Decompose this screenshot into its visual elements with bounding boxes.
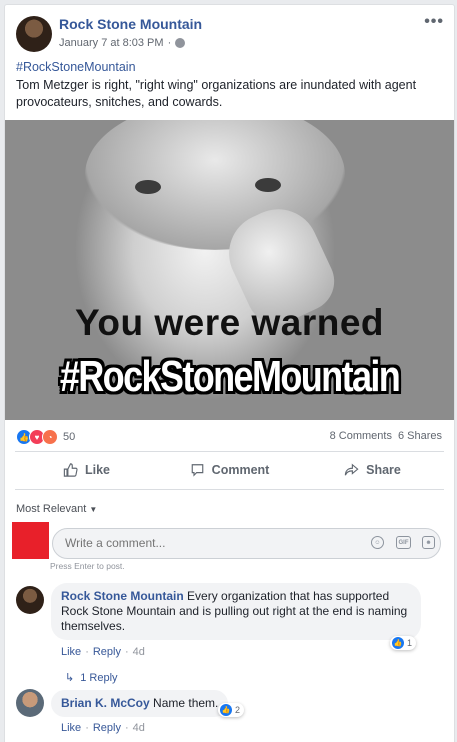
comment-time[interactable]: 4d bbox=[133, 722, 145, 734]
divider bbox=[15, 451, 444, 452]
image-child-eye bbox=[255, 178, 281, 192]
thumbs-up-icon bbox=[63, 463, 78, 477]
gif-icon[interactable]: GIF bbox=[396, 536, 411, 549]
press-enter-hint: Press Enter to post. bbox=[50, 561, 125, 571]
reaction-summary[interactable]: 👍 ♥ ◔ 50 bbox=[16, 429, 75, 445]
replies-count: 1 Reply bbox=[80, 671, 118, 684]
comment-actions: Like · Reply · 4d bbox=[61, 722, 145, 734]
meta-separator: · bbox=[167, 37, 172, 49]
post-image[interactable]: You were warned #RockStoneMountain bbox=[5, 120, 454, 420]
post-hashtag[interactable]: #RockStoneMountain bbox=[16, 60, 136, 74]
comment-time[interactable]: 4d bbox=[133, 646, 145, 658]
post-actions-bar: Like Comment Share bbox=[15, 454, 444, 486]
comments-count-link[interactable]: 8 Comments bbox=[330, 430, 392, 442]
reaction-count: 50 bbox=[63, 431, 76, 443]
image-caption-warned: You were warned bbox=[74, 302, 385, 343]
share-button[interactable]: Share bbox=[301, 454, 444, 486]
comment-input[interactable] bbox=[63, 535, 347, 551]
post-timestamp[interactable]: January 7 at 8:03 PM bbox=[59, 37, 164, 49]
post-counts: 8 Comments 6 Shares bbox=[330, 430, 442, 442]
comment-bubble-icon bbox=[191, 464, 203, 477]
comment-author-name[interactable]: Brian K. McCoy bbox=[61, 696, 150, 710]
comment-button[interactable]: Comment bbox=[158, 454, 301, 486]
author-avatar[interactable] bbox=[16, 16, 52, 52]
image-caption-hashtag: #RockStoneMountain bbox=[59, 352, 401, 401]
angry-reaction-icon: ◔ bbox=[42, 429, 58, 445]
view-replies-link[interactable]: ↳ 1 Reply bbox=[65, 671, 118, 685]
comment-author-name[interactable]: Rock Stone Mountain bbox=[61, 589, 184, 603]
comment-like-link[interactable]: Like bbox=[61, 722, 81, 734]
comment-reply-link[interactable]: Reply bbox=[93, 722, 121, 734]
reply-arrow-icon: ↳ bbox=[65, 672, 75, 684]
comment-sort-dropdown[interactable]: Most Relevant ▼ bbox=[16, 503, 97, 515]
share-button-label: Share bbox=[366, 463, 401, 477]
comment-reply-link[interactable]: Reply bbox=[93, 646, 121, 658]
separator-dot: · bbox=[85, 646, 89, 658]
sticker-icon[interactable]: ☻ bbox=[422, 536, 435, 549]
comment-text: Name them. bbox=[153, 696, 219, 710]
like-reaction-icon: 👍 bbox=[392, 637, 404, 649]
comment-bubble: Brian K. McCoy Name them. bbox=[51, 690, 229, 717]
separator-dot: · bbox=[124, 646, 129, 658]
comment-like-count: 1 bbox=[407, 638, 413, 648]
post-meta: January 7 at 8:03 PM · bbox=[59, 37, 186, 49]
comment-reaction-badge[interactable]: 👍 1 bbox=[390, 636, 417, 650]
post-author-name[interactable]: Rock Stone Mountain bbox=[59, 16, 202, 32]
comment-button-label: Comment bbox=[211, 463, 270, 477]
comment-input-box[interactable]: ☺ GIF ☻ bbox=[52, 528, 441, 559]
like-reaction-icon: 👍 bbox=[220, 704, 232, 716]
separator-dot: · bbox=[124, 722, 129, 734]
like-button[interactable]: Like bbox=[15, 454, 158, 486]
share-arrow-icon bbox=[344, 463, 359, 476]
image-child-eye bbox=[135, 180, 161, 194]
shares-count-link[interactable]: 6 Shares bbox=[398, 430, 442, 442]
comment-sort-label: Most Relevant bbox=[16, 503, 87, 515]
divider bbox=[15, 489, 444, 490]
current-user-avatar bbox=[12, 522, 49, 559]
globe-icon[interactable] bbox=[175, 38, 186, 48]
comment-like-count: 2 bbox=[235, 705, 241, 715]
comment-author-avatar[interactable] bbox=[16, 689, 44, 717]
post-text: Tom Metzger is right, "right wing" organ… bbox=[16, 78, 417, 109]
like-button-label: Like bbox=[84, 463, 110, 477]
comment-bubble: Rock Stone Mountain Every organization t… bbox=[51, 583, 421, 640]
more-dots-icon[interactable]: ••• bbox=[424, 13, 444, 31]
comment-like-link[interactable]: Like bbox=[61, 646, 81, 658]
separator-dot: · bbox=[85, 722, 89, 734]
comment-reaction-badge[interactable]: 👍 2 bbox=[218, 703, 245, 717]
chevron-down-icon: ▼ bbox=[89, 505, 98, 514]
post-card: Rock Stone Mountain January 7 at 8:03 PM… bbox=[4, 4, 455, 742]
comment-author-avatar[interactable] bbox=[16, 586, 44, 614]
emoji-icon[interactable]: ☺ bbox=[371, 536, 384, 549]
comment-actions: Like · Reply · 4d bbox=[61, 646, 145, 658]
